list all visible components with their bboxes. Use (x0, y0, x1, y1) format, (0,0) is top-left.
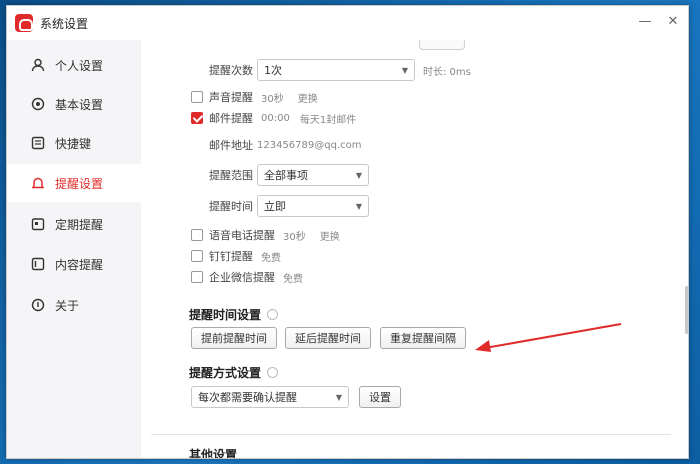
schedule-select[interactable]: 每次都需要确认提醒 ▼ (191, 386, 349, 408)
scroll-top-tab[interactable] (419, 40, 465, 50)
scrollbar[interactable] (685, 286, 688, 334)
option-value: 免费 (283, 273, 303, 285)
calendar-icon (31, 217, 45, 231)
dingtalk-checkbox[interactable] (191, 250, 203, 262)
schedule-confirm-button[interactable]: 设置 (359, 386, 401, 408)
sidebar-item-label: 定期提醒 (55, 217, 104, 232)
bell-icon (31, 176, 45, 190)
option-row: 语音电话提醒 30秒 更换 (191, 227, 340, 243)
info-icon (31, 298, 45, 312)
sidebar-item-personal[interactable]: 个人设置 (7, 46, 141, 84)
email-address-label: 邮件地址 (209, 139, 253, 152)
option-row: 钉钉提醒 免费 (191, 248, 281, 264)
close-button[interactable]: ✕ (663, 12, 683, 32)
sidebar-item-remind[interactable]: 提醒设置 (7, 164, 141, 202)
bottom-section-title: 其他设置 (189, 448, 238, 459)
sidebar-item-scheduled[interactable]: 定期提醒 (7, 205, 141, 243)
sound-value: 30秒 (261, 93, 284, 105)
settings-panel: 提醒次数 1次 ▼ 时长: 0ms 声音提醒 30秒 更换 邮件提醒 00:00… (141, 40, 688, 459)
remind-time-label: 提醒时间 (209, 200, 253, 213)
annotation-arrow-icon (475, 323, 622, 352)
title-bar: 系统设置 — ✕ (7, 6, 688, 40)
remind-times-suffix: 时长: 0ms (423, 66, 471, 78)
email-address-value[interactable]: 123456789@qq.com (257, 140, 362, 151)
sidebar: 个人设置 基本设置 快捷键 提醒设置 定期提醒 内容提醒 关于 (7, 40, 141, 458)
remind-time-select[interactable]: 立即 ▼ (257, 195, 369, 217)
chevron-down-icon: ▼ (355, 170, 362, 180)
remind-range-select[interactable]: 全部事项 ▼ (257, 164, 369, 186)
sound-row: 声音提醒 30秒 更换 (191, 89, 318, 105)
help-icon[interactable] (267, 309, 279, 320)
sidebar-item-label: 个人设置 (55, 58, 104, 73)
option-value: 免费 (261, 252, 281, 264)
document-icon (31, 257, 45, 271)
chevron-down-icon: ▼ (335, 392, 342, 402)
keyboard-icon (31, 136, 45, 150)
email-label: 邮件提醒 (209, 112, 253, 125)
delay-remind-button[interactable]: 延后提醒时间 (285, 327, 371, 349)
email-hint: 每天1封邮件 (299, 114, 357, 126)
sync-section-title: 提醒时间设置 (189, 308, 262, 322)
repeat-remind-button[interactable]: 重复提醒间隔 (380, 327, 466, 349)
settings-window: 系统设置 — ✕ 个人设置 基本设置 快捷键 提醒设置 定期提醒 内容提醒 关于… (6, 5, 689, 459)
sync-section-header: 提醒时间设置 (189, 306, 279, 323)
remind-times-row: 提醒次数 1次 ▼ 时长: 0ms (209, 59, 471, 81)
section-divider (151, 434, 671, 435)
option-label: 钉钉提醒 (209, 250, 253, 263)
schedule-section-header: 提醒方式设置 (189, 364, 279, 381)
user-icon (31, 58, 45, 72)
minimize-button[interactable]: — (635, 12, 655, 32)
email-row: 邮件提醒 00:00 每天1封邮件 (191, 110, 356, 126)
settings-circle-icon (31, 97, 45, 111)
advance-remind-button[interactable]: 提前提醒时间 (191, 327, 277, 349)
remind-range-row: 提醒范围 全部事项 ▼ (209, 164, 369, 186)
option-hint[interactable]: 更换 (320, 228, 340, 243)
remind-times-value: 1次 (264, 64, 282, 77)
voice-call-checkbox[interactable] (191, 229, 203, 241)
sound-checkbox[interactable] (191, 91, 203, 103)
option-value: 30秒 (283, 231, 306, 243)
remind-range-value: 全部事项 (264, 169, 308, 182)
help-icon[interactable] (267, 367, 279, 378)
sidebar-item-label: 内容提醒 (55, 257, 104, 272)
option-label: 语音电话提醒 (209, 229, 275, 242)
sidebar-item-content[interactable]: 内容提醒 (7, 245, 141, 283)
sidebar-item-label: 快捷键 (55, 136, 92, 151)
sound-label: 声音提醒 (209, 91, 253, 104)
wecom-checkbox[interactable] (191, 271, 203, 283)
email-address-row: 邮件地址 123456789@qq.com (209, 137, 362, 153)
schedule-section-title: 提醒方式设置 (189, 366, 262, 380)
chevron-down-icon: ▼ (401, 65, 408, 75)
app-logo-icon (15, 14, 33, 32)
sidebar-item-label: 关于 (55, 298, 80, 313)
sound-hint[interactable]: 更换 (298, 90, 318, 105)
remind-range-label: 提醒范围 (209, 169, 253, 182)
schedule-select-value: 每次都需要确认提醒 (198, 391, 297, 404)
option-label: 企业微信提醒 (209, 271, 275, 284)
chevron-down-icon: ▼ (355, 201, 362, 211)
window-title: 系统设置 (40, 17, 89, 31)
email-value: 00:00 (261, 112, 290, 124)
remind-times-label: 提醒次数 (209, 64, 253, 77)
email-checkbox[interactable] (191, 112, 203, 124)
sidebar-item-shortcut[interactable]: 快捷键 (7, 124, 141, 162)
sidebar-item-about[interactable]: 关于 (7, 286, 141, 324)
option-row: 企业微信提醒 免费 (191, 269, 303, 285)
remind-times-select[interactable]: 1次 ▼ (257, 59, 415, 81)
sidebar-item-label: 提醒设置 (55, 176, 104, 191)
remind-time-value: 立即 (264, 200, 286, 213)
remind-time-row: 提醒时间 立即 ▼ (209, 195, 369, 217)
sidebar-item-basic[interactable]: 基本设置 (7, 85, 141, 123)
bottom-section-header: 其他设置 (189, 446, 238, 459)
sidebar-item-label: 基本设置 (55, 97, 104, 112)
